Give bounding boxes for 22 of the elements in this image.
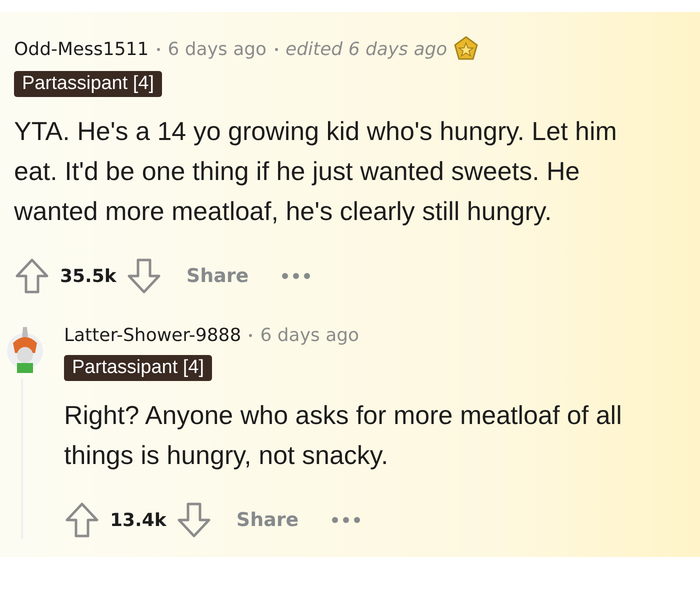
- downvote-icon[interactable]: [126, 257, 162, 295]
- downvote-icon[interactable]: [176, 501, 212, 539]
- vote-count: 35.5k: [60, 266, 116, 286]
- username[interactable]: Odd-Mess1511: [14, 38, 149, 60]
- more-options-icon[interactable]: [330, 516, 361, 524]
- more-options-icon[interactable]: [280, 272, 311, 280]
- username[interactable]: Latter-Shower-9888: [64, 325, 242, 346]
- separator-dot: [249, 334, 252, 337]
- timestamp: 6 days ago: [260, 325, 360, 346]
- avatar: [7, 325, 43, 373]
- user-flair: Partassipant [4]: [14, 71, 162, 97]
- upvote-icon[interactable]: [14, 257, 50, 295]
- comment-text: YTA. He's a 14 yo growing kid who's hungry. Let him eat. It'd be one thing if he just wanted sweets. He wanted more meatloaf, he's clearly still hungry.: [14, 115, 618, 228]
- separator-dot: [156, 48, 160, 50]
- comment-text: Right? Anyone who asks for more meatloaf of all things is hungry, not snacky.: [64, 399, 623, 472]
- vote-count: 13.4k: [110, 510, 166, 530]
- user-flair: Partassipant [4]: [64, 355, 212, 381]
- separator-dot: [274, 48, 278, 50]
- upvote-icon[interactable]: [64, 501, 100, 539]
- award-icon: [453, 36, 480, 62]
- timestamp: 6 days ago: [168, 38, 267, 60]
- edited-timestamp: edited 6 days ago: [286, 38, 448, 60]
